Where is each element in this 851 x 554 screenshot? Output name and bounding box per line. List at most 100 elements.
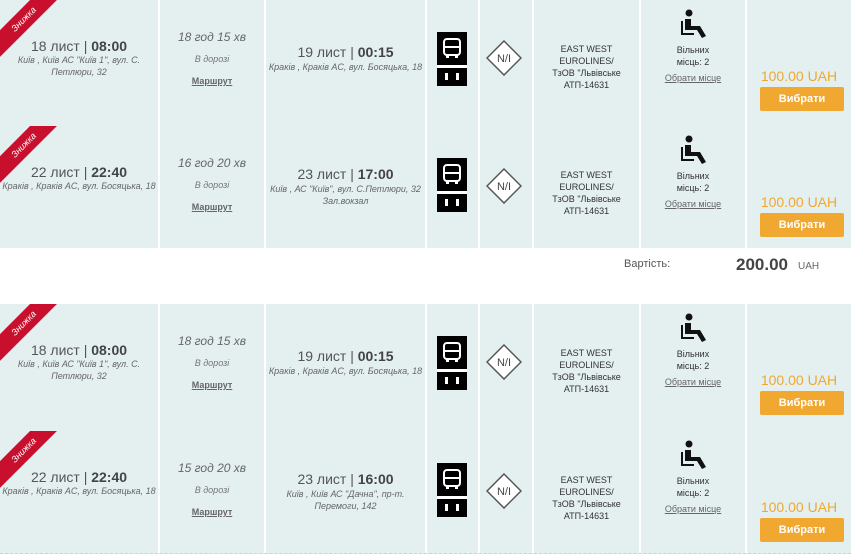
bus-type-cell (427, 0, 480, 140)
select-button[interactable]: Вибрати (760, 391, 844, 415)
seats-cell: Вільних місць: 2 Обрати місце (641, 126, 747, 267)
free-seats: Вільних місць: 2 (676, 45, 710, 67)
price-cell: 100.00 UAH Вибрати (747, 431, 851, 553)
duration-cell: 16 год 20 хв В дорозі Маршрут (160, 126, 266, 267)
departure-datetime: 22 лист | 22:40 (30, 469, 128, 485)
trip-row: Знижка 18 лист | 08:00 Київ , Київ АС "К… (0, 0, 851, 141)
departure-cell: Знижка 18 лист | 08:00 Київ , Київ АС "К… (0, 304, 160, 445)
arrival-cell: 19 лист | 00:15 Краків , Краків AC, вул.… (266, 0, 427, 140)
on-road-label: В дорозі (194, 180, 230, 190)
arrival-time: 00:15 (357, 348, 394, 364)
select-button[interactable]: Вибрати (760, 87, 844, 111)
carrier-cell: EAST WEST EUROLINES/ТзОВ "Львівське АТП-1… (534, 0, 641, 140)
departure-datetime: 18 лист | 08:00 (30, 342, 128, 358)
trip-price: 100.00 UAH (760, 372, 838, 388)
bus-icon (437, 32, 467, 86)
bus-icon (437, 158, 467, 212)
route-link[interactable]: Маршрут (160, 507, 264, 517)
on-road-label: В дорозі (194, 485, 230, 495)
choose-seat-link[interactable]: Обрати місце (641, 504, 745, 514)
arrival-date: 23 лист (297, 471, 347, 487)
free-seats: Вільних місць: 2 (676, 349, 710, 371)
svg-text:N/I: N/I (497, 357, 511, 369)
departure-address: Краків , Краків AC, вул. Босяцька, 18 (2, 181, 156, 191)
departure-address: Краків , Краків AC, вул. Босяцька, 18 (2, 486, 156, 496)
departure-time: 22:40 (91, 164, 128, 180)
carrier-cell: EAST WEST EUROLINES/ТзОВ "Львівське АТП-1… (534, 126, 641, 267)
select-button[interactable]: Вибрати (760, 518, 844, 542)
seat-icon (681, 313, 709, 343)
ni-cell: N/I (480, 431, 534, 553)
free-seats: Вільних місць: 2 (676, 171, 710, 193)
departure-date: 18 лист (30, 342, 80, 358)
arrival-date: 19 лист (297, 348, 347, 364)
route-link[interactable]: Маршрут (160, 202, 264, 212)
free-seats: Вільних місць: 2 (676, 476, 710, 498)
arrival-time: 16:00 (357, 471, 394, 487)
seat-icon (681, 440, 709, 470)
choose-seat-link[interactable]: Обрати місце (641, 73, 745, 83)
arrival-time: 00:15 (357, 44, 394, 60)
total-summary: Вартість: 200.00 UAH (0, 248, 851, 304)
carrier-name: EAST WEST EUROLINES/ТзОВ "Львівське АТП-1… (552, 170, 621, 216)
select-button[interactable]: Вибрати (760, 213, 844, 237)
departure-datetime: 22 лист | 22:40 (30, 164, 128, 180)
bus-type-cell (427, 126, 480, 267)
bus-type-cell (427, 304, 480, 445)
departure-time: 08:00 (91, 342, 128, 358)
total-value: 200.00 (736, 255, 788, 274)
arrival-address: Краків , Краків AC, вул. Босяцька, 18 (268, 62, 423, 72)
svg-text:N/I: N/I (497, 486, 511, 498)
departure-time: 22:40 (91, 469, 128, 485)
route-link[interactable]: Маршрут (160, 380, 264, 390)
bus-icon (437, 463, 467, 517)
trip-duration: 18 год 15 хв (177, 334, 247, 348)
arrival-address: Краків , Краків AC, вул. Босяцька, 18 (268, 366, 423, 376)
ni-badge-icon: N/I (485, 39, 523, 77)
choose-seat-link[interactable]: Обрати місце (641, 199, 745, 209)
total-label: Вартість: (624, 258, 671, 270)
departure-address: Київ , Київ АС "Київ 1", вул. С. Петлюри,… (17, 55, 141, 77)
trip-price: 100.00 UAH (760, 194, 838, 210)
seats-cell: Вільних місць: 2 Обрати місце (641, 431, 747, 553)
seat-icon (681, 135, 709, 165)
carrier-cell: EAST WEST EUROLINES/ТзОВ "Львівське АТП-1… (534, 431, 641, 553)
arrival-cell: 23 лист | 17:00 Київ , АС "Київ", вул. С… (266, 126, 427, 267)
departure-date: 22 лист (30, 164, 80, 180)
choose-seat-link[interactable]: Обрати місце (641, 377, 745, 387)
total-currency: UAH (798, 261, 820, 272)
departure-address: Київ , Київ АС "Київ 1", вул. С. Петлюри,… (17, 359, 141, 381)
ni-badge-icon: N/I (485, 167, 523, 205)
trip-row: Знижка 18 лист | 08:00 Київ , Київ АС "К… (0, 304, 851, 446)
on-road-label: В дорозі (194, 358, 230, 368)
route-link[interactable]: Маршрут (160, 76, 264, 86)
arrival-date: 23 лист (297, 166, 347, 182)
ni-cell: N/I (480, 304, 534, 445)
arrival-datetime: 23 лист | 16:00 (297, 471, 394, 487)
carrier-name: EAST WEST EUROLINES/ТзОВ "Львівське АТП-1… (552, 348, 621, 394)
trip-row: Знижка 22 лист | 22:40 Краків , Краків A… (0, 431, 851, 554)
trip-duration: 16 год 20 хв (177, 156, 247, 170)
departure-date: 18 лист (30, 38, 80, 54)
trip-duration: 15 год 20 хв (177, 461, 247, 475)
duration-cell: 18 год 15 хв В дорозі Маршрут (160, 0, 266, 140)
carrier-name: EAST WEST EUROLINES/ТзОВ "Львівське АТП-1… (552, 475, 621, 521)
ni-badge-icon: N/I (485, 472, 523, 510)
carrier-cell: EAST WEST EUROLINES/ТзОВ "Львівське АТП-1… (534, 304, 641, 445)
ni-cell: N/I (480, 126, 534, 267)
duration-cell: 18 год 15 хв В дорозі Маршрут (160, 304, 266, 445)
svg-text:N/I: N/I (497, 181, 511, 193)
seats-cell: Вільних місць: 2 Обрати місце (641, 0, 747, 140)
trip-duration: 18 год 15 хв (177, 30, 247, 44)
arrival-datetime: 19 лист | 00:15 (297, 348, 394, 364)
ni-badge-icon: N/I (485, 343, 523, 381)
ni-cell: N/I (480, 0, 534, 140)
trip-price: 100.00 UAH (760, 499, 838, 515)
arrival-address: Київ , Київ АС "Дачна", пр-т. Перемоги, 1… (286, 489, 405, 511)
arrival-date: 19 лист (297, 44, 347, 60)
trip-row: Знижка 22 лист | 22:40 Краків , Краків A… (0, 126, 851, 268)
trip-price: 100.00 UAH (760, 68, 838, 84)
departure-cell: Знижка 22 лист | 22:40 Краків , Краків A… (0, 126, 160, 267)
arrival-time: 17:00 (357, 166, 394, 182)
price-cell: 100.00 UAH Вибрати (747, 126, 851, 267)
